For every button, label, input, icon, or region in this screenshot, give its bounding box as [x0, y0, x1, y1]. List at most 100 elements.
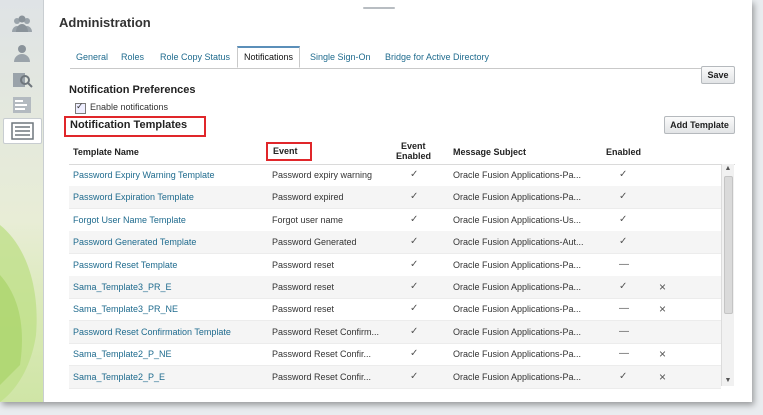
col-message-subject[interactable]: Message Subject — [453, 147, 526, 157]
event-enabled-check-icon: ✓ — [410, 303, 419, 315]
col-event[interactable]: Event — [266, 142, 312, 161]
message-subject-cell: Oracle Fusion Applications-Pa... — [453, 349, 582, 360]
delete-icon[interactable]: × — [659, 366, 671, 388]
template-name-link[interactable]: Password Expiry Warning Template — [73, 164, 263, 186]
message-subject-cell: Oracle Fusion Applications-Pa... — [453, 282, 582, 292]
template-name-link[interactable]: Sama_Template2_P_E — [73, 366, 263, 388]
event-cell: Password expiry warning — [272, 170, 373, 180]
enabled-status-icon: — — [619, 348, 629, 360]
table-row[interactable]: Forgot User Name Template Forgot user nam… — [69, 209, 721, 232]
delete-icon[interactable] — [659, 186, 671, 208]
col-enabled[interactable]: Enabled — [606, 147, 641, 157]
template-name-link[interactable]: Forgot User Name Template — [73, 209, 263, 231]
message-subject-cell: Oracle Fusion Applications-Pa... — [453, 304, 582, 315]
table-row[interactable]: Password Expiry Warning Template Password… — [69, 164, 721, 187]
enabled-status-icon: ✓ — [619, 191, 628, 203]
delete-icon[interactable] — [659, 321, 671, 343]
template-name-link[interactable]: Sama_Template2_P_NE — [73, 343, 263, 365]
enabled-status-icon: ✓ — [619, 169, 628, 180]
event-enabled-check-icon: ✓ — [410, 281, 419, 292]
template-name-link[interactable]: Password Reset Template — [73, 254, 263, 276]
delete-icon[interactable]: × — [659, 298, 671, 320]
tab-role-copy-status[interactable]: Role Copy Status — [160, 46, 230, 67]
enabled-status-icon: ✓ — [619, 281, 628, 292]
event-cell: Password reset — [272, 282, 335, 292]
message-subject-cell: Oracle Fusion Applications-Pa... — [453, 259, 582, 270]
event-enabled-check-icon: ✓ — [410, 348, 419, 360]
page-title: Administration — [59, 15, 151, 30]
notification-preferences-heading: Notification Preferences — [69, 84, 196, 96]
col-event-label: Event — [273, 146, 298, 156]
notification-templates-heading-text: Notification Templates — [70, 119, 188, 131]
message-subject-cell: Oracle Fusion Applications-Us... — [453, 214, 582, 225]
event-cell: Password Reset Confir... — [272, 371, 372, 382]
message-subject-cell: Oracle Fusion Applications-Pa... — [453, 192, 582, 203]
col-event-enabled-line1[interactable]: Event — [401, 141, 426, 151]
template-name-link[interactable]: Password Reset Confirmation Template — [73, 321, 263, 343]
table-row[interactable]: Password Reset Confirmation Template Pass… — [69, 320, 721, 344]
event-enabled-check-icon: ✓ — [410, 191, 419, 203]
report-icon[interactable] — [11, 95, 33, 115]
delete-icon[interactable] — [659, 164, 671, 186]
message-subject-cell: Oracle Fusion Applications-Aut... — [453, 237, 584, 248]
delete-icon[interactable]: × — [659, 343, 671, 365]
delete-icon[interactable] — [659, 209, 671, 231]
template-name-link[interactable]: Password Generated Template — [73, 231, 263, 253]
template-name-link[interactable]: Sama_Template3_PR_E — [73, 276, 263, 298]
delete-icon[interactable] — [659, 254, 671, 276]
event-cell: Password Reset Confirm... — [272, 326, 380, 337]
enabled-status-icon: — — [619, 325, 629, 337]
event-cell: Password Reset Confir... — [272, 349, 372, 360]
message-subject-cell: Oracle Fusion Applications-Pa... — [453, 170, 582, 180]
table-row[interactable]: Sama_Template3_PR_NE Password reset ✓ Oracl… — [69, 298, 721, 322]
tab-roles[interactable]: Roles — [121, 46, 144, 67]
leaf-decoration-icon — [0, 225, 37, 402]
event-enabled-check-icon: ✓ — [410, 213, 419, 225]
event-enabled-check-icon: ✓ — [410, 258, 419, 270]
table-row[interactable]: Sama_Template2_P_NE Password Reset Confir… — [69, 343, 721, 367]
col-template-name[interactable]: Template Name — [73, 147, 139, 157]
left-rail — [0, 0, 44, 402]
event-enabled-check-icon: ✓ — [410, 169, 419, 180]
table-row[interactable]: Sama_Template3_PR_E Password reset ✓ Oracle… — [69, 276, 721, 299]
table-row[interactable]: Password Reset Template Password reset ✓ Or… — [69, 254, 721, 277]
app-window: Administration General Roles Role Copy S… — [0, 0, 752, 402]
scroll-up-icon[interactable]: ▲ — [722, 164, 734, 174]
tab-single-sign-on[interactable]: Single Sign-On — [310, 46, 371, 67]
tab-bar: General Roles Role Copy Status Notificat… — [70, 46, 732, 69]
table-header: Template Name Event Enabled Message Subj… — [69, 138, 735, 165]
users-icon[interactable] — [11, 14, 33, 34]
tab-notifications[interactable]: Notifications — [237, 46, 301, 68]
event-cell: Password expired — [272, 192, 344, 203]
enable-notifications-label: Enable notifications — [90, 102, 169, 112]
resize-grip[interactable] — [363, 7, 395, 9]
notification-templates-heading: Notification Templates — [64, 116, 206, 137]
template-name-link[interactable]: Password Expiration Template — [73, 186, 263, 208]
table-row[interactable]: Password Expiration Template Password exp… — [69, 186, 721, 210]
table-scrollbar[interactable]: ▲ ▼ — [721, 164, 734, 386]
event-enabled-check-icon: ✓ — [410, 325, 419, 337]
tab-general[interactable]: General — [76, 46, 108, 67]
user-search-icon[interactable] — [11, 69, 33, 89]
scroll-thumb[interactable] — [724, 176, 733, 314]
event-enabled-check-icon: ✓ — [410, 370, 419, 382]
tab-bridge-active-directory[interactable]: Bridge for Active Directory — [385, 46, 489, 67]
table-row[interactable]: Password Generated Template Password Gene… — [69, 231, 721, 255]
message-subject-cell: Oracle Fusion Applications-Pa... — [453, 326, 582, 337]
enabled-status-icon: — — [619, 303, 629, 315]
user-icon[interactable] — [11, 43, 33, 63]
table-row[interactable]: Sama_Template2_P_E Password Reset Confir.… — [69, 365, 721, 389]
enable-notifications-checkbox[interactable]: ✓ — [75, 101, 86, 114]
delete-icon[interactable]: × — [659, 276, 671, 298]
checkmark-icon: ✓ — [76, 101, 84, 111]
delete-icon[interactable] — [659, 231, 671, 253]
event-cell: Password reset — [272, 304, 335, 315]
event-cell: Forgot user name — [272, 214, 344, 225]
template-name-link[interactable]: Sama_Template3_PR_NE — [73, 298, 263, 320]
list-icon[interactable] — [3, 118, 42, 144]
event-cell: Password reset — [272, 259, 335, 270]
col-event-enabled-line2[interactable]: Enabled — [396, 151, 431, 161]
scroll-down-icon[interactable]: ▼ — [722, 376, 734, 386]
save-button[interactable]: Save — [701, 66, 735, 84]
add-template-button[interactable]: Add Template — [664, 116, 735, 134]
